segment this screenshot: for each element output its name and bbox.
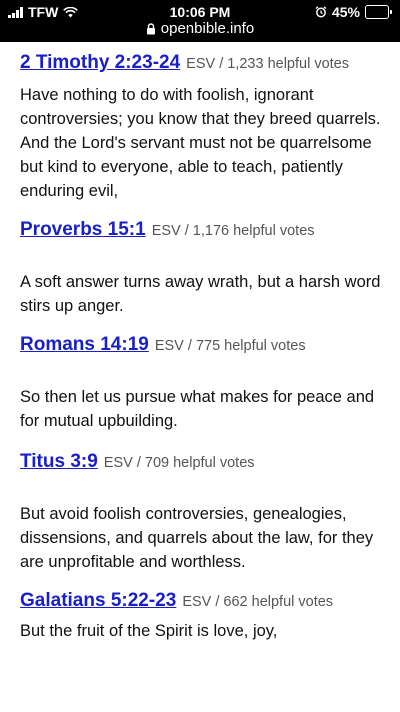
verse-meta: ESV / 662 helpful votes: [182, 594, 334, 610]
verse-meta: ESV / 709 helpful votes: [103, 455, 255, 471]
lock-icon: [146, 22, 156, 35]
verse-header: 2 Timothy 2:23-24 ESV / 1,233 helpful vot…: [20, 50, 382, 77]
verse-meta: ESV / 1,233 helpful votes: [186, 56, 349, 72]
alarm-icon: [315, 6, 327, 18]
verse-text: Have nothing to do with foolish, ignoran…: [20, 86, 381, 200]
verse-meta: ESV / 775 helpful votes: [154, 338, 306, 354]
verse-text: A soft answer turns away wrath, but a ha…: [20, 273, 381, 315]
battery-percent: 45%: [331, 4, 360, 20]
verse-item: Romans 14:19 ESV / 775 helpful votes So t…: [20, 332, 382, 433]
verse-reference-link[interactable]: Proverbs 15:1: [20, 219, 146, 240]
verse-meta: ESV / 1,176 helpful votes: [151, 223, 315, 239]
verse-text: So then let us pursue what makes for pea…: [20, 388, 375, 430]
browser-top-bar: TFW 10:06 PM 45% openbible.info: [0, 0, 400, 42]
verse-header: Titus 3:9 ESV / 709 helpful votes: [20, 449, 382, 476]
verse-item: Galatians 5:22-23 ESV / 662 helpful votes…: [20, 588, 382, 643]
url-domain: openbible.info: [160, 20, 255, 37]
verse-list: 2 Timothy 2:23-24 ESV / 1,233 helpful vot…: [20, 50, 382, 643]
verse-reference-link[interactable]: Galatians 5:22-23: [20, 590, 176, 611]
verse-text: But avoid foolish controversies, genealo…: [20, 505, 374, 571]
battery-icon: [365, 5, 392, 19]
verse-header: Romans 14:19 ESV / 775 helpful votes: [20, 332, 382, 359]
verse-item: Titus 3:9 ESV / 709 helpful votes But avo…: [20, 449, 382, 574]
verse-text: But the fruit of the Spirit is love, joy…: [20, 622, 278, 640]
verse-header: Proverbs 15:1 ESV / 1,176 helpful votes: [20, 217, 382, 244]
verse-header: Galatians 5:22-23 ESV / 662 helpful votes: [20, 588, 382, 615]
verse-item: 2 Timothy 2:23-24 ESV / 1,233 helpful vot…: [20, 50, 382, 203]
verse-reference-link[interactable]: Titus 3:9: [20, 451, 98, 472]
status-right: 45%: [315, 4, 392, 20]
verse-item: Proverbs 15:1 ESV / 1,176 helpful votes A…: [20, 217, 382, 318]
url-bar[interactable]: openbible.info: [0, 20, 400, 37]
verse-reference-link[interactable]: Romans 14:19: [20, 334, 149, 355]
verse-reference-link[interactable]: 2 Timothy 2:23-24: [20, 52, 180, 73]
